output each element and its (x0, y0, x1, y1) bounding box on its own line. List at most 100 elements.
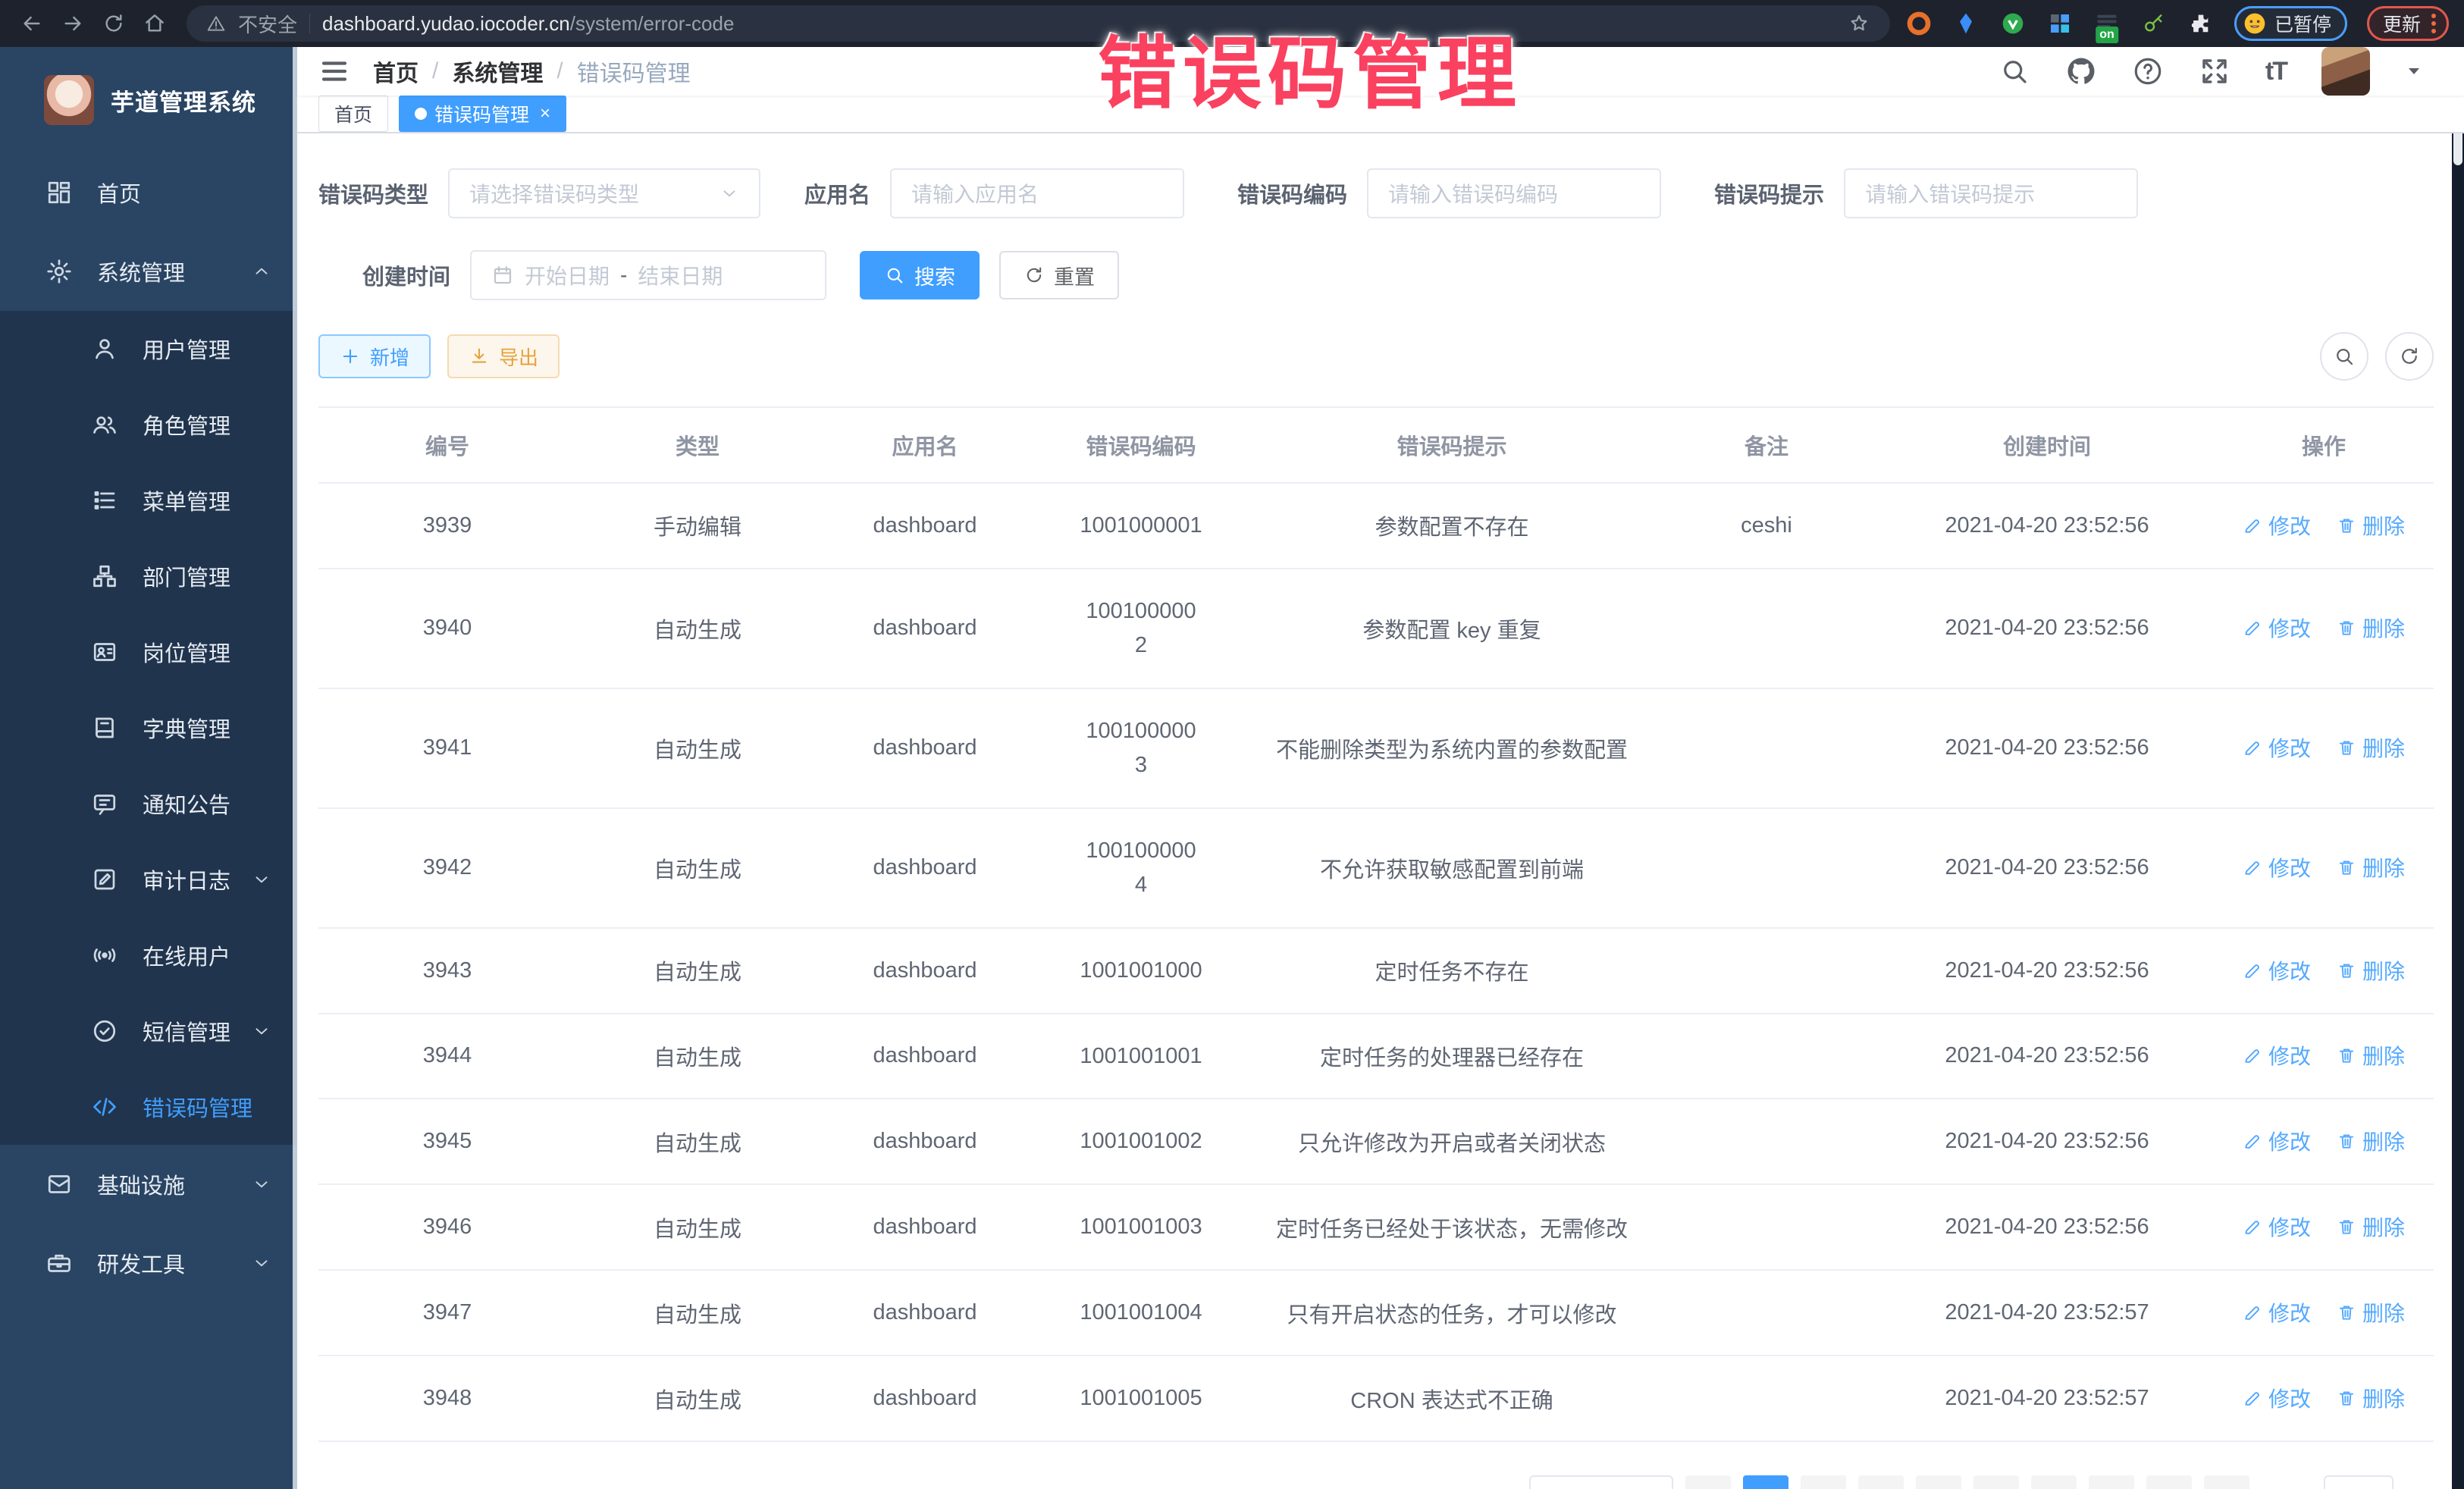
delete-link[interactable]: 删除 (2337, 852, 2405, 882)
edit-link[interactable]: 修改 (2243, 613, 2311, 643)
delete-link[interactable]: 删除 (2337, 613, 2405, 643)
extension-key-icon[interactable] (2140, 10, 2168, 37)
edit-link[interactable]: 修改 (2243, 955, 2311, 986)
breadcrumb-home[interactable]: 首页 (373, 55, 419, 88)
logo-row[interactable]: 芋道管理系统 (0, 47, 297, 153)
extension-tabs-on-icon[interactable]: on (2093, 10, 2121, 37)
bookmark-star-icon[interactable] (1848, 12, 1870, 35)
breadcrumb-system[interactable]: 系统管理 (452, 55, 543, 88)
extension-orange-icon[interactable] (1905, 10, 1933, 37)
help-icon[interactable] (2132, 55, 2164, 87)
export-button[interactable]: 导出 (447, 334, 560, 378)
sidebar-item-menu[interactable]: 菜单管理 (0, 462, 297, 538)
sidebar-item-tree[interactable]: 部门管理 (0, 538, 297, 614)
type-select[interactable]: 请选择错误码类型 (448, 168, 760, 218)
table-row[interactable]: 3941自动生成dashboard100100000 3不能删除类型为系统内置的… (318, 688, 2434, 808)
sidebar-item-users[interactable]: 角色管理 (0, 387, 297, 462)
sidebar-item-badge[interactable]: 岗位管理 (0, 614, 297, 690)
page-size-select[interactable]: 10条/页 (1529, 1475, 1673, 1489)
close-icon[interactable]: × (540, 103, 550, 124)
font-size-icon[interactable]: tT (2265, 57, 2287, 86)
reload-icon[interactable] (97, 7, 130, 40)
delete-link[interactable]: 删除 (2337, 1383, 2405, 1413)
browser-update-button[interactable]: 更新 (2367, 6, 2449, 41)
edit-link[interactable]: 修改 (2243, 1126, 2311, 1156)
table-row[interactable]: 3943自动生成dashboard1001001000定时任务不存在2021-0… (318, 928, 2434, 1014)
sidebar-item-announce[interactable]: 通知公告 (0, 766, 297, 842)
extension-green-circle-icon[interactable] (1999, 10, 2027, 37)
window-scrollbar[interactable] (2452, 47, 2464, 1489)
table-row[interactable]: 3945自动生成dashboard1001001002只允许修改为开启或者关闭状… (318, 1099, 2434, 1184)
table-row[interactable]: 3947自动生成dashboard1001001004只有开启状态的任务，才可以… (318, 1270, 2434, 1356)
sidebar-item-online[interactable]: 在线用户 (0, 917, 297, 993)
page-button-2[interactable]: 2 (1801, 1475, 1846, 1489)
table-row[interactable]: 3942自动生成dashboard100100000 4不允许获取敏感配置到前端… (318, 808, 2434, 928)
search-button[interactable]: 搜索 (860, 251, 980, 299)
url-bar[interactable]: 不安全 dashboard.yudao.iocoder.cn/system/er… (187, 5, 1890, 42)
puzzle-extensions-icon[interactable] (2187, 10, 2215, 37)
tag-home[interactable]: 首页 (318, 96, 388, 132)
forward-icon[interactable] (56, 7, 89, 40)
app-input[interactable]: 请输入应用名 (890, 168, 1184, 218)
delete-link[interactable]: 删除 (2337, 1040, 2405, 1071)
url-text[interactable]: dashboard.yudao.iocoder.cn/system/error-… (322, 12, 1835, 36)
sidebar-item-dashboard[interactable]: 首页 (0, 153, 297, 232)
edit-link[interactable]: 修改 (2243, 732, 2311, 763)
search-icon[interactable] (1998, 55, 2030, 87)
sidebar-item-code[interactable]: 错误码管理 (0, 1069, 297, 1145)
delete-link[interactable]: 删除 (2337, 1297, 2405, 1328)
tag-error-code[interactable]: 错误码管理 × (399, 96, 566, 132)
next-page-button[interactable] (2204, 1475, 2249, 1489)
prev-page-button[interactable] (1685, 1475, 1731, 1489)
edit-link[interactable]: 修改 (2243, 852, 2311, 882)
sidebar-item-infra[interactable]: 基础设施 (0, 1145, 297, 1224)
sidebar-item-log[interactable]: 审计日志 (0, 842, 297, 917)
user-avatar[interactable] (2321, 47, 2370, 96)
fullscreen-icon[interactable] (2199, 55, 2230, 87)
table-row[interactable]: 3940自动生成dashboard100100000 2参数配置 key 重复2… (318, 569, 2434, 688)
code-input[interactable]: 请输入错误码编码 (1367, 168, 1661, 218)
refresh-button[interactable] (2385, 332, 2434, 381)
delete-link[interactable]: 删除 (2337, 955, 2405, 986)
sidebar-item-user[interactable]: 用户管理 (0, 311, 297, 387)
more-pages-button[interactable]: ··· (2089, 1475, 2134, 1489)
reset-button[interactable]: 重置 (999, 251, 1119, 299)
add-button[interactable]: 新增 (318, 334, 431, 378)
table-row[interactable]: 3944自动生成dashboard1001001001定时任务的处理器已经存在2… (318, 1014, 2434, 1099)
home-icon[interactable] (138, 7, 171, 40)
edit-link[interactable]: 修改 (2243, 510, 2311, 541)
hint-input[interactable]: 请输入错误码提示 (1844, 168, 2138, 218)
delete-link[interactable]: 删除 (2337, 1126, 2405, 1156)
table-row[interactable]: 3939手动编辑dashboard1001000001参数配置不存在ceshi2… (318, 483, 2434, 569)
edit-link[interactable]: 修改 (2243, 1383, 2311, 1413)
chevron-down-icon[interactable] (2405, 62, 2423, 80)
table-row[interactable]: 3946自动生成dashboard1001001003定时任务已经处于该状态，无… (318, 1184, 2434, 1270)
not-secure-label[interactable]: 不安全 (238, 10, 297, 38)
edit-link[interactable]: 修改 (2243, 1212, 2311, 1242)
extension-blue-grid-icon[interactable] (2046, 10, 2074, 37)
github-icon[interactable] (2065, 55, 2097, 87)
sidebar-item-dict[interactable]: 字典管理 (0, 690, 297, 766)
sidebar-toggle-icon[interactable] (318, 55, 350, 87)
page-button-3[interactable]: 3 (1858, 1475, 1904, 1489)
goto-page-input[interactable]: 1 (2324, 1475, 2393, 1489)
show-search-button[interactable] (2320, 332, 2368, 381)
profile-paused-pill[interactable]: 已暂停 (2234, 6, 2347, 41)
delete-link[interactable]: 删除 (2337, 732, 2405, 763)
extension-blue-drop-icon[interactable] (1952, 10, 1980, 37)
back-icon[interactable] (15, 7, 49, 40)
sidebar-item-gear[interactable]: 系统管理 (0, 232, 297, 311)
page-button-1[interactable]: 1 (1743, 1475, 1788, 1489)
page-button-6[interactable]: 6 (2031, 1475, 2077, 1489)
page-button-8[interactable]: 8 (2146, 1475, 2192, 1489)
page-button-4[interactable]: 4 (1916, 1475, 1961, 1489)
edit-link[interactable]: 修改 (2243, 1040, 2311, 1071)
page-button-5[interactable]: 5 (1973, 1475, 2019, 1489)
delete-link[interactable]: 删除 (2337, 510, 2405, 541)
sidebar-item-sms[interactable]: 短信管理 (0, 993, 297, 1069)
edit-link[interactable]: 修改 (2243, 1297, 2311, 1328)
date-range-input[interactable]: 开始日期 - 结束日期 (470, 250, 826, 300)
sidebar-item-tools[interactable]: 研发工具 (0, 1224, 297, 1302)
delete-link[interactable]: 删除 (2337, 1212, 2405, 1242)
table-row[interactable]: 3948自动生成dashboard1001001005CRON 表达式不正确20… (318, 1356, 2434, 1441)
